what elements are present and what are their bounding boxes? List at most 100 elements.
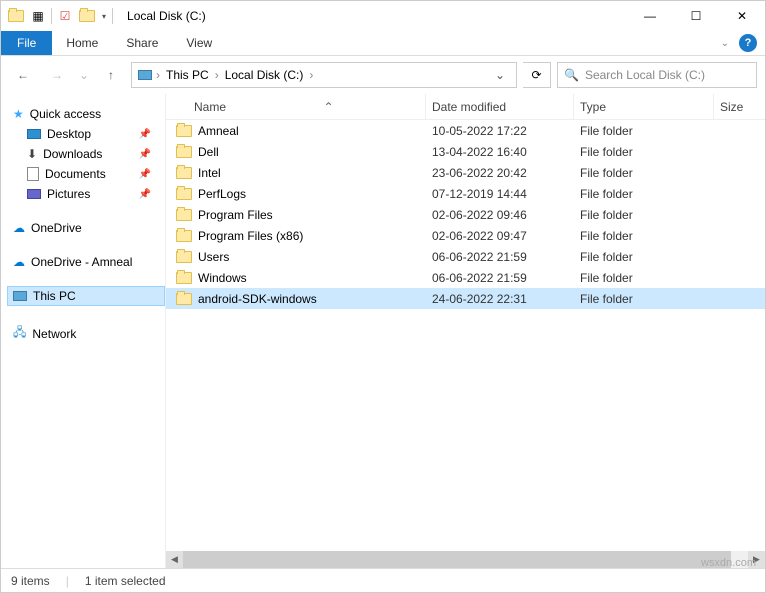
chevron-right-icon[interactable]: › <box>309 68 313 82</box>
file-type: File folder <box>574 250 714 264</box>
file-type: File folder <box>574 229 714 243</box>
pc-icon <box>13 291 27 301</box>
file-type: File folder <box>574 271 714 285</box>
tab-home[interactable]: Home <box>52 31 112 55</box>
folder-icon <box>176 230 192 242</box>
file-list-pane: Name⌃ Date modified Type Size Amneal 10-0… <box>166 94 765 568</box>
refresh-button[interactable]: ⟳ <box>523 62 551 88</box>
file-date: 06-06-2022 21:59 <box>426 271 574 285</box>
pin-icon: 📌 <box>139 149 151 160</box>
recent-dropdown-icon[interactable]: ⌄ <box>77 61 91 89</box>
pictures-icon <box>27 189 41 199</box>
file-name: Amneal <box>198 124 239 138</box>
sidebar-desktop[interactable]: Desktop📌 <box>7 124 165 144</box>
qat-properties-icon[interactable]: ▦ <box>29 7 47 25</box>
file-type: File folder <box>574 208 714 222</box>
sidebar-network[interactable]: 🖧Network <box>7 320 165 347</box>
sidebar-this-pc[interactable]: This PC <box>7 286 165 306</box>
file-name: Windows <box>198 271 247 285</box>
file-name: Program Files <box>198 208 273 222</box>
column-headers: Name⌃ Date modified Type Size <box>166 94 765 120</box>
sidebar-documents[interactable]: Documents📌 <box>7 164 165 184</box>
folder-icon <box>176 272 192 284</box>
search-input[interactable]: 🔍 Search Local Disk (C:) <box>557 62 757 88</box>
table-row[interactable]: Intel23-06-2022 20:42File folder <box>166 162 765 183</box>
qat-dropdown-icon[interactable]: ▾ <box>102 12 106 21</box>
pin-icon: 📌 <box>139 169 151 180</box>
file-name: Users <box>198 250 229 264</box>
column-type[interactable]: Type <box>574 94 714 119</box>
address-dropdown-icon[interactable]: ⌄ <box>488 63 512 87</box>
table-row[interactable]: Windows 06-06-2022 21:59File folder <box>166 267 765 288</box>
sidebar-downloads[interactable]: ⬇Downloads📌 <box>7 144 165 164</box>
chevron-right-icon[interactable]: › <box>215 68 219 82</box>
sidebar-pictures[interactable]: Pictures📌 <box>7 184 165 204</box>
navigation-bar: ← → ⌄ ↑ › This PC › Local Disk (C:) › ⌄ … <box>1 56 765 94</box>
chevron-right-icon[interactable]: › <box>156 68 160 82</box>
table-row[interactable]: android-SDK-windows24-06-2022 22:31File … <box>166 288 765 309</box>
close-button[interactable]: ✕ <box>719 1 765 31</box>
sidebar-onedrive[interactable]: ☁OneDrive <box>7 218 165 238</box>
status-selected-count: 1 item selected <box>85 574 166 588</box>
table-row[interactable]: PerfLogs07-12-2019 14:44File folder <box>166 183 765 204</box>
folder-icon <box>176 188 192 200</box>
ribbon-collapse-icon[interactable]: ⌄ <box>721 38 729 49</box>
watermark: wsxdn.com <box>701 557 756 569</box>
app-icon <box>7 7 25 25</box>
documents-icon <box>27 167 39 181</box>
file-date: 13-04-2022 16:40 <box>426 145 574 159</box>
scroll-thumb[interactable] <box>183 551 731 568</box>
table-row[interactable]: Users 06-06-2022 21:59File folder <box>166 246 765 267</box>
up-button[interactable]: ↑ <box>97 61 125 89</box>
folder-icon <box>176 125 192 137</box>
maximize-button[interactable]: ☐ <box>673 1 719 31</box>
address-bar[interactable]: › This PC › Local Disk (C:) › ⌄ <box>131 62 517 88</box>
folder-icon <box>176 293 192 305</box>
star-icon: ★ <box>13 107 24 121</box>
search-placeholder: Search Local Disk (C:) <box>585 68 705 82</box>
file-date: 06-06-2022 21:59 <box>426 250 574 264</box>
sidebar-quick-access[interactable]: ★ Quick access <box>7 104 165 124</box>
back-button[interactable]: ← <box>9 61 37 89</box>
table-row[interactable]: Program Files 02-06-2022 09:46File folder <box>166 204 765 225</box>
status-item-count: 9 items <box>11 574 50 588</box>
file-date: 23-06-2022 20:42 <box>426 166 574 180</box>
pin-icon: 📌 <box>139 129 151 140</box>
table-row[interactable]: Dell13-04-2022 16:40File folder <box>166 141 765 162</box>
pin-icon: 📌 <box>139 189 151 200</box>
column-size[interactable]: Size <box>714 94 765 119</box>
help-icon[interactable]: ? <box>739 34 757 52</box>
table-row[interactable]: Amneal10-05-2022 17:22File folder <box>166 120 765 141</box>
file-date: 02-06-2022 09:47 <box>426 229 574 243</box>
breadcrumb-this-pc[interactable]: This PC <box>162 68 213 82</box>
file-name: android-SDK-windows <box>198 292 317 306</box>
tab-share[interactable]: Share <box>112 31 172 55</box>
scroll-left-icon[interactable]: ◀ <box>166 551 183 568</box>
desktop-icon <box>27 129 41 139</box>
navigation-pane: ★ Quick access Desktop📌 ⬇Downloads📌 Docu… <box>1 94 166 568</box>
file-name: Dell <box>198 145 219 159</box>
forward-button[interactable]: → <box>43 61 71 89</box>
pc-icon <box>136 66 154 84</box>
file-date: 10-05-2022 17:22 <box>426 124 574 138</box>
qat-checkbox-icon[interactable]: ☑ <box>56 7 74 25</box>
file-tab[interactable]: File <box>1 31 52 55</box>
folder-title-icon <box>78 7 96 25</box>
horizontal-scrollbar[interactable]: ◀ ▶ <box>166 551 765 568</box>
network-icon: 🖧 <box>13 323 26 344</box>
minimize-button[interactable]: ― <box>627 1 673 31</box>
sort-indicator-icon: ⌃ <box>323 100 333 114</box>
sidebar-onedrive-amneal[interactable]: ☁OneDrive - Amneal <box>7 252 165 272</box>
column-name[interactable]: Name⌃ <box>166 94 426 119</box>
file-date: 02-06-2022 09:46 <box>426 208 574 222</box>
tab-view[interactable]: View <box>172 31 226 55</box>
folder-icon <box>176 146 192 158</box>
breadcrumb-local-disk[interactable]: Local Disk (C:) <box>221 68 308 82</box>
folder-icon <box>176 209 192 221</box>
status-bar: 9 items | 1 item selected <box>1 568 765 592</box>
title-bar: ▦ ☑ ▾ Local Disk (C:) ― ☐ ✕ <box>1 1 765 31</box>
column-date[interactable]: Date modified <box>426 94 574 119</box>
table-row[interactable]: Program Files (x86)02-06-2022 09:47File … <box>166 225 765 246</box>
file-type: File folder <box>574 166 714 180</box>
folder-icon <box>176 251 192 263</box>
